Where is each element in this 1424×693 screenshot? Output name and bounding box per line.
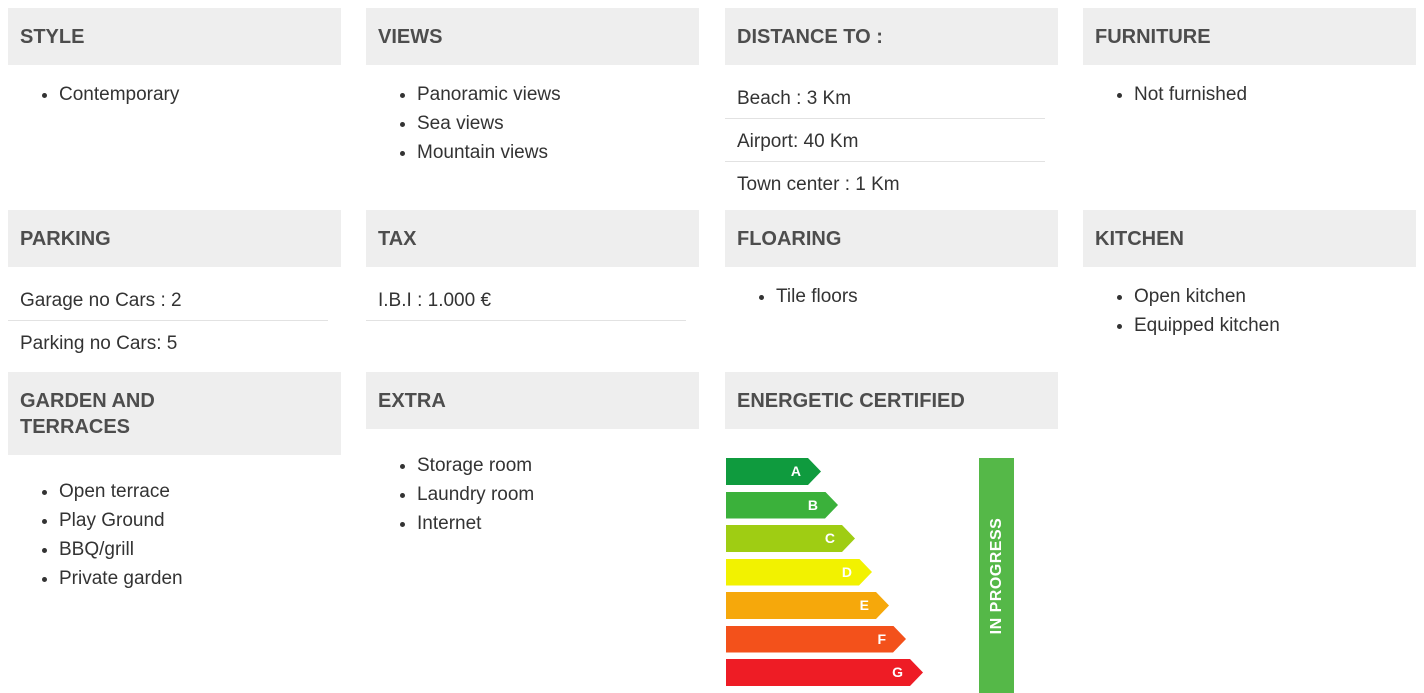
list-item: Tile floors bbox=[776, 282, 1058, 311]
distance-section: DISTANCE TO : Beach : 3 Km Airport: 40 K… bbox=[725, 8, 1058, 205]
parking-row-garage: Garage no Cars : 2 bbox=[8, 278, 328, 321]
list-item: Equipped kitchen bbox=[1134, 311, 1416, 340]
energy-class-label: A bbox=[790, 463, 801, 479]
energy-class-f: F bbox=[726, 625, 906, 653]
style-list: Contemporary bbox=[8, 80, 341, 109]
energy-section: ENERGETIC CERTIFIED bbox=[725, 372, 1058, 429]
energy-class-label: F bbox=[877, 630, 886, 647]
furniture-list: Not furnished bbox=[1083, 80, 1416, 109]
extra-section: EXTRA Storage room Laundry room Internet bbox=[366, 372, 699, 538]
energy-class-label: B bbox=[807, 496, 818, 513]
energy-class-label: D bbox=[841, 563, 852, 580]
energy-class-b: B bbox=[726, 491, 838, 519]
list-item: BBQ/grill bbox=[59, 535, 341, 564]
energy-heading: ENERGETIC CERTIFIED bbox=[725, 372, 1058, 429]
parking-heading: PARKING bbox=[8, 210, 341, 267]
energy-class-label: C bbox=[824, 530, 835, 546]
parking-rows: Garage no Cars : 2 Parking no Cars: 5 bbox=[8, 278, 341, 364]
parking-row-parking: Parking no Cars: 5 bbox=[20, 333, 178, 354]
list-item: Panoramic views bbox=[417, 80, 699, 109]
list-item: Not furnished bbox=[1134, 80, 1416, 109]
list-item: Laundry room bbox=[417, 480, 699, 509]
list-item: Mountain views bbox=[417, 138, 699, 167]
extra-heading: EXTRA bbox=[366, 372, 699, 429]
kitchen-heading: KITCHEN bbox=[1083, 210, 1416, 267]
list-item: Open kitchen bbox=[1134, 282, 1416, 311]
tax-rows: I.B.I : 1.000 € bbox=[366, 278, 699, 321]
distance-rows: Beach : 3 Km Airport: 40 Km Town center … bbox=[725, 76, 1058, 205]
energy-class-d: D bbox=[726, 558, 872, 586]
views-heading: VIEWS bbox=[366, 8, 699, 65]
garden-list: Open terrace Play Ground BBQ/grill Priva… bbox=[8, 477, 341, 593]
kitchen-section: KITCHEN Open kitchen Equipped kitchen bbox=[1083, 210, 1416, 340]
tax-row-ibi: I.B.I : 1.000 € bbox=[366, 278, 686, 321]
parking-section: PARKING Garage no Cars : 2 Parking no Ca… bbox=[8, 210, 341, 364]
flooring-section: FLOARING Tile floors bbox=[725, 210, 1058, 311]
style-heading: STYLE bbox=[8, 8, 341, 65]
energy-status-label: IN PROGRESS bbox=[987, 517, 1005, 634]
energy-class-c: C bbox=[726, 525, 855, 552]
kitchen-list: Open kitchen Equipped kitchen bbox=[1083, 282, 1416, 340]
extra-list: Storage room Laundry room Internet bbox=[366, 451, 699, 538]
energy-class-label: G bbox=[892, 664, 903, 680]
views-section: VIEWS Panoramic views Sea views Mountain… bbox=[366, 8, 699, 167]
energy-class-e: E bbox=[726, 592, 889, 619]
list-item: Sea views bbox=[417, 109, 699, 138]
distance-row-airport: Airport: 40 Km bbox=[725, 119, 1045, 162]
list-item: Private garden bbox=[59, 564, 341, 593]
furniture-section: FURNITURE Not furnished bbox=[1083, 8, 1416, 109]
flooring-list: Tile floors bbox=[725, 282, 1058, 311]
list-item: Contemporary bbox=[59, 80, 341, 109]
energy-class-a: A bbox=[726, 458, 821, 485]
furniture-heading: FURNITURE bbox=[1083, 8, 1416, 65]
energy-rating-chart: A B C D E F G IN PROGRESS bbox=[726, 458, 1046, 693]
tax-section: TAX I.B.I : 1.000 € bbox=[366, 210, 699, 321]
distance-heading: DISTANCE TO : bbox=[725, 8, 1058, 65]
list-item: Play Ground bbox=[59, 506, 341, 535]
garden-heading: GARDEN AND TERRACES bbox=[8, 372, 341, 455]
flooring-heading: FLOARING bbox=[725, 210, 1058, 267]
energy-class-g: G bbox=[726, 659, 923, 686]
energy-class-label: E bbox=[859, 597, 869, 613]
style-section: STYLE Contemporary bbox=[8, 8, 341, 109]
garden-section: GARDEN AND TERRACES Open terrace Play Gr… bbox=[8, 372, 341, 593]
distance-row-town: Town center : 1 Km bbox=[737, 174, 900, 195]
list-item: Internet bbox=[417, 509, 699, 538]
list-item: Storage room bbox=[417, 451, 699, 480]
views-list: Panoramic views Sea views Mountain views bbox=[366, 80, 699, 167]
energy-status-badge: IN PROGRESS bbox=[979, 458, 1014, 693]
list-item: Open terrace bbox=[59, 477, 341, 506]
distance-row-beach: Beach : 3 Km bbox=[725, 76, 1045, 119]
tax-heading: TAX bbox=[366, 210, 699, 267]
